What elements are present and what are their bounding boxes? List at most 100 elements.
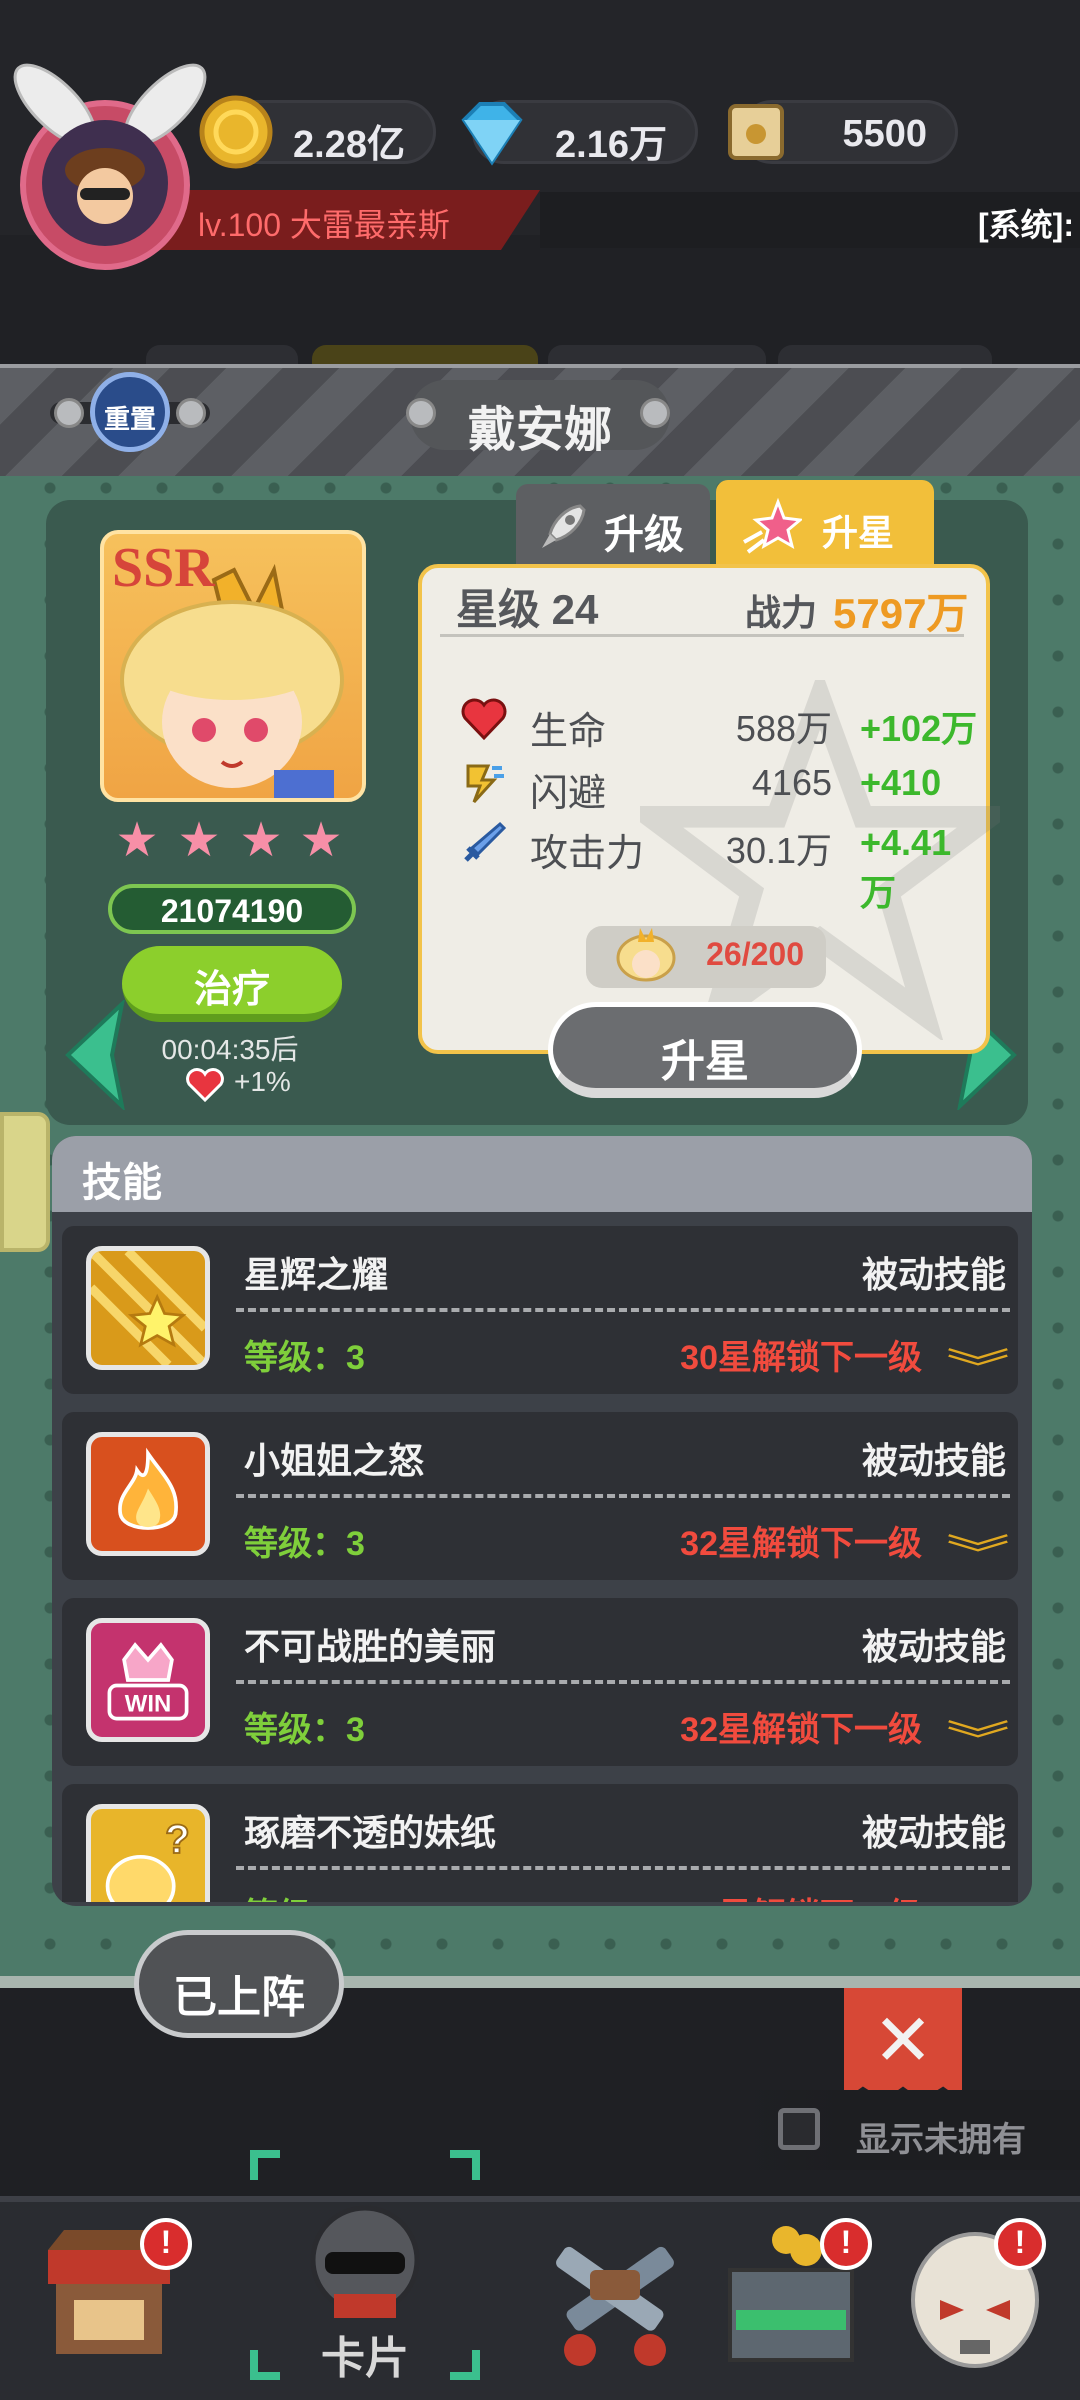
gold-value: 2.28亿 xyxy=(293,124,405,166)
stat-value: 588万 xyxy=(735,708,832,749)
hero-name: 戴安娜 xyxy=(467,404,612,457)
side-tab-icon[interactable] xyxy=(0,1112,50,1252)
badge-mark: ! xyxy=(1014,2224,1026,2260)
reset-button[interactable]: 重置 xyxy=(90,372,170,452)
skill-item[interactable]: 小姐姐之怒 被动技能 等级：3 32星解锁下一级 ︾ xyxy=(62,1412,1018,1580)
nav-cards-label: 卡片 xyxy=(321,2334,409,2383)
star-icon: ★ xyxy=(239,814,283,867)
skill-type: 被动技能 xyxy=(861,1626,1006,1667)
rarity-badge: SSR xyxy=(112,537,215,599)
skill-type: 被动技能 xyxy=(861,1812,1006,1853)
star-up-label: 升星 xyxy=(661,1037,749,1086)
level-name: lv.100 大雷最亲斯 xyxy=(198,207,450,243)
chevron-down-icon[interactable]: ︾ xyxy=(946,1708,1010,1766)
skill-divider xyxy=(236,1680,1010,1684)
tab-upgrade[interactable]: 升级 xyxy=(516,484,710,570)
stat-label: 生命 xyxy=(530,711,607,753)
tab-star-up-label: 升星 xyxy=(822,512,895,553)
card-power-value: 21074190 xyxy=(160,893,304,929)
tab-upgrade-label: 升级 xyxy=(604,513,684,557)
nav-cards[interactable]: 卡片 xyxy=(250,2150,480,2383)
skill-level: 等级：3 xyxy=(244,1525,365,1563)
svg-text:?: ? xyxy=(165,1816,190,1862)
skill-unlock: 32星解锁下一级 xyxy=(680,1525,922,1563)
card-power: 21074190 xyxy=(108,884,356,934)
hero-fragment-icon xyxy=(616,928,676,982)
close-button[interactable]: ✕ xyxy=(844,1988,962,2100)
show-unowned-label: 显示未拥有 xyxy=(856,2121,1026,2159)
stat-plus: +410 xyxy=(860,762,942,803)
level-bar: lv.100 大雷最亲斯 xyxy=(150,190,540,250)
stat-divider xyxy=(440,634,964,637)
fragment-counter: 26/200 xyxy=(586,926,826,988)
skill-divider xyxy=(236,1866,1010,1870)
lightning-boot-icon xyxy=(466,764,504,804)
notification-badge: ! xyxy=(994,2218,1046,2270)
skills-list[interactable]: 星辉之耀 被动技能 等级：3 30星解锁下一级 ︾ 小姐姐之怒 被动技能 等级：… xyxy=(52,1212,1032,1902)
stat-plus: +102万 xyxy=(860,708,978,749)
notification-badge: ! xyxy=(140,2218,192,2270)
skill-name: 星辉之耀 xyxy=(244,1254,389,1295)
fragment-count: 26/200 xyxy=(706,936,804,972)
skill-name: 小姐姐之怒 xyxy=(244,1440,425,1481)
scroll-value: 5500 xyxy=(842,113,927,155)
notification-badge: ! xyxy=(820,2218,872,2270)
knight-helmet-icon xyxy=(310,2205,420,2318)
tab-star-up[interactable]: 升星 xyxy=(716,480,934,574)
skill-divider xyxy=(236,1494,1010,1498)
skill-name: 琢磨不透的妹纸 xyxy=(244,1812,497,1853)
skill-divider xyxy=(236,1308,1010,1312)
skill-item[interactable]: 星辉之耀 被动技能 等级：3 30星解锁下一级 ︾ xyxy=(62,1226,1018,1394)
heal-label: 治疗 xyxy=(193,969,270,1011)
system-message-bar: [系统]: xyxy=(540,192,1080,248)
system-message: [系统]: xyxy=(978,207,1074,243)
show-unowned-checkbox[interactable] xyxy=(778,2108,820,2150)
skill-unlock: 30星解锁下一级 xyxy=(680,1339,922,1377)
diamond-value: 2.16万 xyxy=(555,124,667,166)
hp-bonus: +1% xyxy=(234,1066,291,1097)
stat-row-attack: 攻击力 30.1万 +4.41万 xyxy=(460,818,980,913)
skill-item[interactable]: ? 琢磨不透的妹纸 被动技能 等级：3 32星解锁下一级 ︾ xyxy=(62,1784,1018,1902)
on-team-button[interactable]: 已上阵 xyxy=(134,1930,344,2038)
skill-level: 等级：3 xyxy=(244,1711,365,1749)
skill-type: 被动技能 xyxy=(861,1440,1006,1481)
skill-item[interactable]: WIN 不可战胜的美丽 被动技能 等级：3 32星解锁下一级 ︾ xyxy=(62,1598,1018,1766)
stat-label: 闪避 xyxy=(530,773,607,815)
close-icon: ✕ xyxy=(872,2001,934,2081)
rocket-icon xyxy=(542,504,586,548)
skill-type: 被动技能 xyxy=(861,1254,1006,1295)
stat-row-dodge: 闪避 4165 +410 xyxy=(460,758,980,815)
heal-timer: 00:04:35后 xyxy=(161,1034,299,1065)
avatar-character-icon xyxy=(65,148,145,224)
star-icon: ★ xyxy=(115,814,159,867)
reset-label: 重置 xyxy=(103,404,156,434)
star-burst-icon xyxy=(86,1246,210,1370)
stat-row-hp: 生命 588万 +102万 xyxy=(460,696,980,753)
star-up-button[interactable]: 升星 xyxy=(548,1002,862,1098)
hero-name-plate: 戴安娜 xyxy=(410,380,670,457)
heart-icon xyxy=(186,1068,224,1102)
screw-icon xyxy=(54,398,84,428)
mystery-icon: ? xyxy=(86,1804,210,1902)
diamond-icon xyxy=(461,102,523,166)
prev-arrow-icon[interactable] xyxy=(60,1000,130,1110)
skill-unlock: 32星解锁下一级 xyxy=(680,1711,922,1749)
chevron-down-icon[interactable]: ︾ xyxy=(946,1336,1010,1394)
skills-header: 技能 xyxy=(52,1136,1032,1212)
screw-icon xyxy=(406,398,436,428)
chevron-down-icon[interactable]: ︾ xyxy=(946,1894,1010,1902)
sword-icon xyxy=(464,821,507,862)
heal-button[interactable]: 治疗 xyxy=(122,946,342,1022)
svg-text:WIN: WIN xyxy=(125,1690,171,1717)
scroll-icon xyxy=(728,104,784,160)
skill-unlock: 32星解锁下一级 xyxy=(680,1888,922,1902)
star-icon: ★ xyxy=(299,814,343,867)
stat-plus: +4.41万 xyxy=(860,822,952,913)
screw-icon xyxy=(640,398,670,428)
shooting-star-icon xyxy=(743,497,802,554)
crossed-guns-icon[interactable] xyxy=(540,2210,690,2380)
on-team-label: 已上阵 xyxy=(173,1973,305,2022)
stat-value: 4165 xyxy=(751,762,832,803)
chevron-down-icon[interactable]: ︾ xyxy=(946,1522,1010,1580)
skills-title: 技能 xyxy=(82,1161,162,1205)
